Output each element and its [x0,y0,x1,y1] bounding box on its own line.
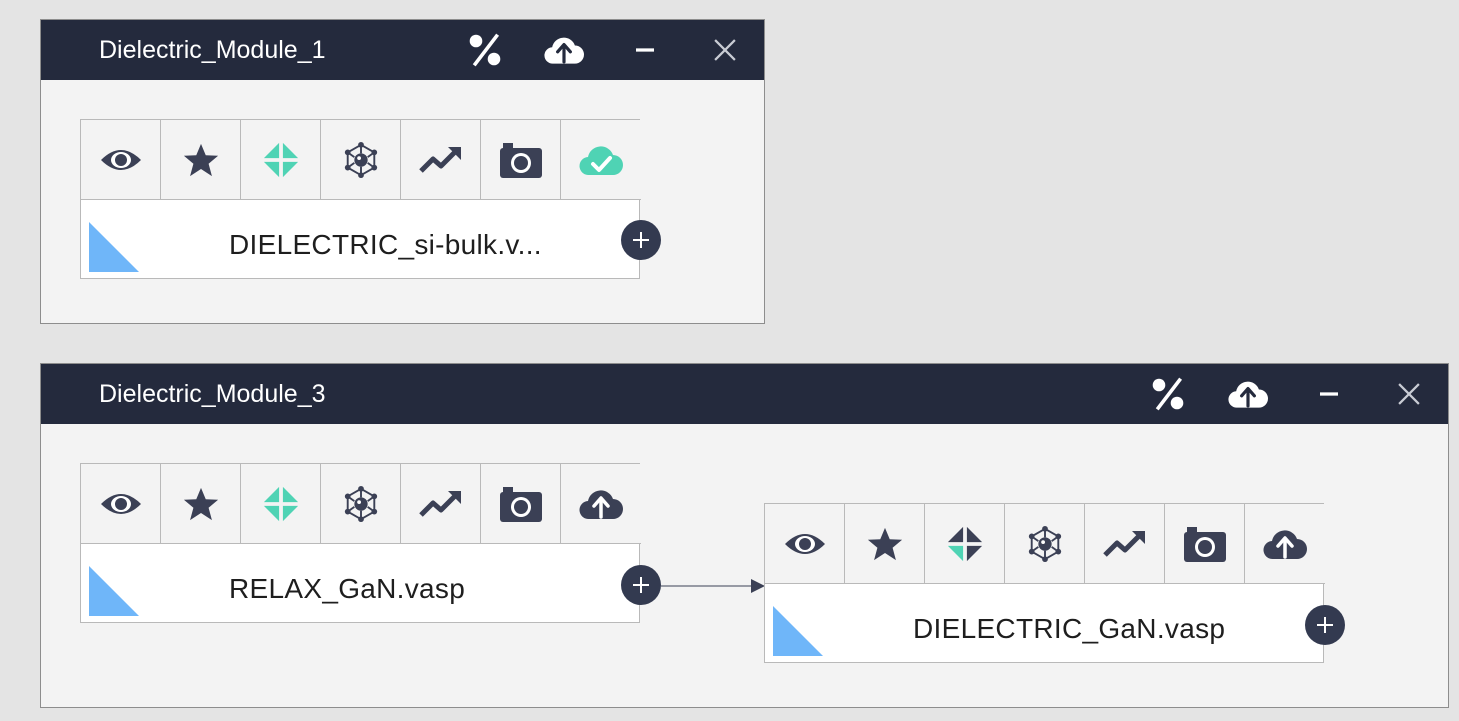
star-icon[interactable] [161,120,241,200]
add-node-button[interactable] [1305,605,1345,645]
workflow-node: DIELECTRIC_GaN.vasp [764,503,1345,663]
star-icon[interactable] [845,504,925,584]
trending-up-icon[interactable] [401,120,481,200]
eye-icon[interactable] [765,504,845,584]
percent-icon[interactable] [1148,374,1188,414]
module-panel-3: Dielectric_Module_3 RELAX_GaN.vasp DIELE… [40,363,1449,708]
plus-icon [1309,609,1341,641]
diamond-icon[interactable] [925,504,1005,584]
add-node-button[interactable] [621,220,661,260]
workflow-node: RELAX_GaN.vasp [80,463,661,623]
molecule-icon[interactable] [1005,504,1085,584]
file-name: RELAX_GaN.vasp [229,573,466,604]
connector-arrow [661,579,765,593]
cloud-upload-icon[interactable] [1228,374,1268,414]
node-toolbar [81,464,641,544]
close-icon[interactable] [1389,374,1429,414]
add-node-button[interactable] [621,565,661,605]
module-header: Dielectric_Module_1 [41,20,764,80]
node-toolbar [81,120,641,200]
minimize-icon[interactable] [1309,374,1349,414]
file-name: DIELECTRIC_si-bulk.v... [229,229,542,260]
camera-icon[interactable] [481,464,561,544]
module-panel-1: Dielectric_Module_1 DIELECTRIC_si-bulk.v… [40,19,765,324]
module-title: Dielectric_Module_1 [99,36,326,64]
node-toolbar [765,504,1325,584]
trending-up-icon[interactable] [401,464,481,544]
camera-icon[interactable] [1165,504,1245,584]
file-type-icon [89,566,139,616]
star-icon[interactable] [161,464,241,544]
eye-icon[interactable] [81,120,161,200]
trending-up-icon[interactable] [1085,504,1165,584]
close-icon[interactable] [705,30,745,70]
workflow-node: DIELECTRIC_si-bulk.v... [80,119,661,279]
plus-icon [625,569,657,601]
node-file-row[interactable]: DIELECTRIC_GaN.vasp [765,584,1323,662]
file-name: DIELECTRIC_GaN.vasp [913,613,1226,644]
cloud-upload-icon[interactable] [1245,504,1325,584]
diamond-icon[interactable] [241,120,321,200]
module-title: Dielectric_Module_3 [99,380,326,408]
cloud-upload-icon[interactable] [544,30,584,70]
molecule-icon[interactable] [321,464,401,544]
camera-icon[interactable] [481,120,561,200]
eye-icon[interactable] [81,464,161,544]
diamond-icon[interactable] [241,464,321,544]
cloud-check-icon[interactable] [561,120,641,200]
cloud-upload-icon[interactable] [561,464,641,544]
percent-icon[interactable] [465,30,505,70]
file-type-icon [773,606,823,656]
module-header: Dielectric_Module_3 [41,364,1448,424]
minimize-icon[interactable] [625,30,665,70]
plus-icon [625,224,657,256]
node-file-row[interactable]: DIELECTRIC_si-bulk.v... [81,200,639,278]
molecule-icon[interactable] [321,120,401,200]
node-file-row[interactable]: RELAX_GaN.vasp [81,544,639,622]
file-type-icon [89,222,139,272]
